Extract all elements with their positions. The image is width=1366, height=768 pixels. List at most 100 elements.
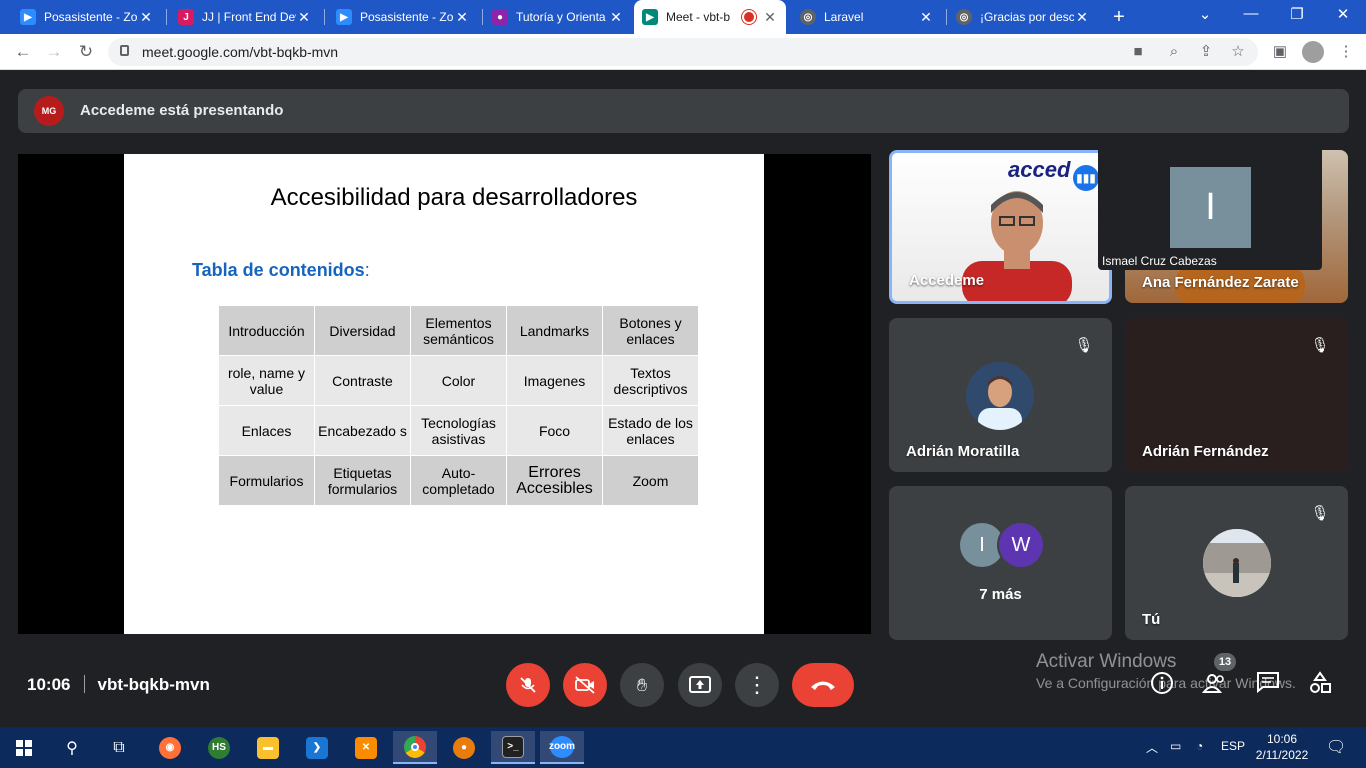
- hs-icon: HS: [208, 736, 230, 759]
- presentation-stage: Accesibilidad para desarrolladores Tabla…: [18, 154, 871, 634]
- globe-icon: ◎: [956, 9, 972, 25]
- more-options-button[interactable]: ⋮: [735, 663, 779, 707]
- profile-avatar[interactable]: [1302, 41, 1324, 63]
- table-cell: Color: [410, 355, 507, 406]
- avatar: I: [1170, 167, 1251, 248]
- table-cell: Landmarks: [506, 305, 603, 356]
- slide-subtitle-text: Tabla de contenidos: [192, 260, 365, 280]
- tab-tutoria[interactable]: ● Tutoría y Orienta ✕: [484, 0, 632, 34]
- tab-title: ¡Gracias por desc: [980, 10, 1074, 24]
- meeting-time: 10:06: [27, 675, 71, 694]
- close-icon[interactable]: ✕: [762, 9, 778, 26]
- notifications-icon[interactable]: 🗨︎: [1326, 737, 1346, 757]
- meeting-details-button[interactable]: [1148, 671, 1176, 699]
- tab-jj-front-end[interactable]: J JJ | Front End Dev ✕: [170, 0, 320, 34]
- activities-button[interactable]: [1306, 671, 1334, 699]
- tab-search-icon[interactable]: ⌄: [1182, 5, 1228, 23]
- participant-tile-self[interactable]: 🎙︎ Tú: [1125, 486, 1348, 640]
- battery-icon[interactable]: ▭: [1170, 739, 1181, 753]
- taskbar-vscode[interactable]: ❯: [295, 731, 339, 764]
- speaking-indicator-icon: ▮▮▮: [1073, 165, 1099, 191]
- leave-call-button[interactable]: [792, 663, 854, 707]
- taskbar-terminal[interactable]: >_: [491, 731, 535, 764]
- people-button[interactable]: [1201, 671, 1229, 699]
- chat-button[interactable]: [1254, 671, 1282, 699]
- close-icon[interactable]: ✕: [608, 9, 624, 26]
- participant-tile-more[interactable]: I W 7 más: [889, 486, 1112, 640]
- task-view-button[interactable]: ⧉: [97, 731, 141, 764]
- close-icon[interactable]: ✕: [138, 9, 154, 26]
- taskbar-firefox[interactable]: ◉: [148, 731, 192, 764]
- tab-gracias[interactable]: ◎ ¡Gracias por desc ✕: [948, 0, 1098, 34]
- mic-toggle-button[interactable]: [506, 663, 550, 707]
- wifi-icon[interactable]: ◔: [1196, 739, 1203, 753]
- people-count-badge: 13: [1214, 653, 1236, 671]
- floating-participant-preview[interactable]: I Ismael Cruz Cabezas: [1098, 146, 1322, 270]
- share-icon[interactable]: ⇪: [1196, 42, 1216, 62]
- more-vert-icon: ⋮: [746, 672, 768, 697]
- menu-icon[interactable]: ⋮: [1336, 42, 1356, 62]
- side-panel-icon[interactable]: ▣: [1270, 42, 1290, 62]
- taskbar-hs[interactable]: HS: [197, 731, 241, 764]
- slide-title: Accesibilidad para desarrolladores: [270, 184, 638, 211]
- close-window-button[interactable]: ✕: [1320, 5, 1366, 23]
- taskbar-file-explorer[interactable]: ▬: [246, 731, 290, 764]
- address-bar[interactable]: meet.google.com/vbt-bqkb-mvn ■ ⌕ ⇪ ☆: [108, 38, 1258, 66]
- tab-meet[interactable]: ▶ Meet - vbt-b ✕: [634, 0, 786, 34]
- restore-button[interactable]: ❐: [1274, 5, 1320, 23]
- participant-tile-adrian-moratilla[interactable]: 🎙︎ Adrián Moratilla: [889, 318, 1112, 472]
- tab-laravel[interactable]: ◎ Laravel ✕: [792, 0, 942, 34]
- table-cell: Formularios: [218, 455, 315, 506]
- meeting-info: 10:06 vbt-bqkb-mvn: [27, 675, 210, 695]
- taskbar-clock[interactable]: 10:06 2/11/2022: [1254, 731, 1310, 763]
- camera-icon[interactable]: ■: [1128, 42, 1148, 62]
- close-icon[interactable]: ✕: [1074, 9, 1090, 26]
- table-cell: Enlaces: [218, 405, 315, 456]
- classroom-icon: ●: [492, 9, 508, 25]
- table-cell: Estado de los enlaces: [602, 405, 699, 456]
- table-cell: Botones y enlaces: [602, 305, 699, 356]
- camera-toggle-button[interactable]: [563, 663, 607, 707]
- present-icon: [689, 676, 711, 693]
- zoom-lens-icon[interactable]: ⌕: [1164, 42, 1184, 62]
- avatar: I: [960, 523, 1004, 567]
- back-button[interactable]: ←: [12, 41, 34, 63]
- tab-separator: [166, 9, 167, 25]
- presenter-logo: MG: [34, 96, 64, 126]
- start-button[interactable]: [2, 731, 46, 764]
- participant-tile-accedeme[interactable]: acced ▮▮▮ Accedeme: [889, 150, 1112, 304]
- participant-name: Adrián Moratilla: [906, 443, 1020, 460]
- chrome-icon: [404, 735, 426, 758]
- language-indicator[interactable]: ESP: [1221, 739, 1245, 753]
- close-icon[interactable]: ✕: [296, 9, 312, 26]
- brand-watermark: acced: [1008, 157, 1071, 182]
- forward-button[interactable]: →: [43, 41, 65, 63]
- participant-tile-adrian-fernandez[interactable]: 🎙︎ Adrián Fernández: [1125, 318, 1348, 472]
- present-screen-button[interactable]: [678, 663, 722, 707]
- close-icon[interactable]: ✕: [918, 9, 934, 26]
- avatar: [1203, 529, 1271, 597]
- tab-separator: [482, 9, 483, 25]
- taskbar-zoom[interactable]: zoom: [540, 731, 584, 764]
- raise-hand-button[interactable]: ✋︎: [620, 663, 664, 707]
- tab-posasistente-1[interactable]: ▶ Posasistente - Zo ✕: [12, 0, 162, 34]
- blender-icon: ●: [453, 736, 475, 759]
- presenting-banner: MG Accedeme está presentando: [18, 89, 1349, 133]
- tab-title: Meet - vbt-b: [666, 10, 731, 24]
- search-button[interactable]: ⚲: [50, 731, 94, 764]
- taskbar-xampp[interactable]: ✕: [344, 731, 388, 764]
- tab-posasistente-2[interactable]: ▶ Posasistente - Zo ✕: [328, 0, 478, 34]
- new-tab-button[interactable]: +: [1108, 6, 1130, 29]
- hand-icon: ✋︎: [636, 675, 648, 695]
- meet-area: MG Accedeme está presentando Accesibilid…: [0, 71, 1366, 727]
- minimize-button[interactable]: —: [1228, 5, 1274, 22]
- tab-separator: [324, 9, 325, 25]
- table-cell: Tecnologías asistivas: [410, 405, 507, 456]
- taskbar-blender[interactable]: ●: [442, 731, 486, 764]
- taskbar-chrome[interactable]: [393, 731, 437, 764]
- table-cell: role, name y value: [218, 355, 315, 406]
- bookmark-star-icon[interactable]: ☆: [1228, 42, 1248, 62]
- reload-button[interactable]: ↻: [75, 41, 97, 63]
- tray-overflow-icon[interactable]: ︿: [1146, 739, 1158, 756]
- close-icon[interactable]: ✕: [454, 9, 470, 26]
